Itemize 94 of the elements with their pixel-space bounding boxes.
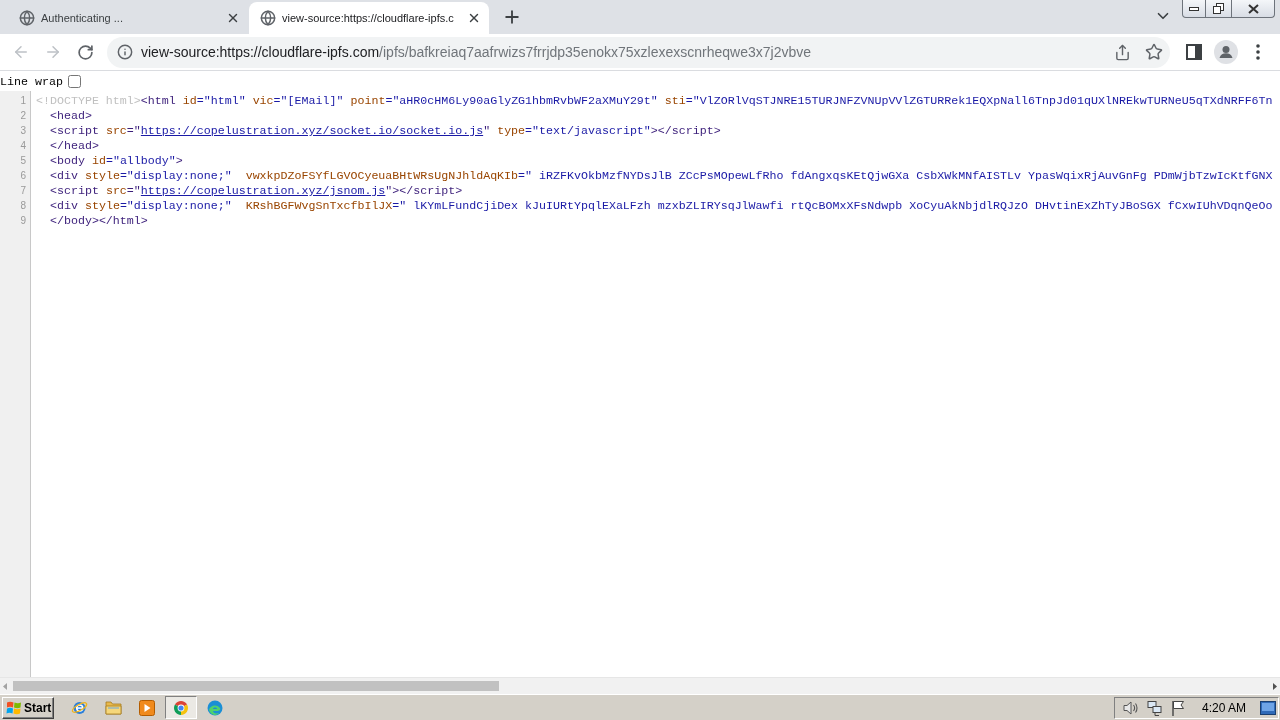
attribute-name: type: [497, 124, 526, 137]
minimize-button[interactable]: [1182, 0, 1206, 18]
source-link[interactable]: https://copelustration.xyz/jsnom.js: [140, 184, 386, 197]
taskbar-app-button[interactable]: [165, 696, 197, 719]
html-tag: ": [483, 124, 491, 137]
close-icon: [467, 11, 481, 25]
html-tag: <script: [50, 124, 99, 137]
speaker-icon: [1122, 699, 1139, 716]
attribute-name: vwxkpDZoFSYfLGVOCyeuaBHtWRsUgNJhldAqKIb: [245, 169, 519, 182]
line-wrap-checkbox[interactable]: [67, 74, 81, 88]
flag-icon: [1170, 699, 1186, 716]
address-field[interactable]: view-source:https://cloudflare-ipfs.com/ipfs/bafkreiaq7aafrwizs7frrjdp35enokx75xzlexexscnrheqwe3x7j2vbve: [107, 36, 1170, 68]
attribute-name: style: [84, 199, 120, 212]
clock-text: 4:20 AM: [1201, 700, 1246, 715]
globe-icon: [260, 10, 276, 26]
e-logo-icon: [207, 699, 223, 716]
attribute-name: point: [350, 94, 386, 107]
html-tag: <script: [50, 184, 99, 197]
html-tag: <div: [50, 199, 78, 212]
html-tag: =": [126, 124, 141, 137]
html-tag: <head>: [50, 109, 92, 122]
attribute-value: ="[EMail]": [273, 94, 344, 107]
attribute-value: ="display:none;": [119, 169, 232, 182]
attribute-value: ="aHR0cHM6Ly90aGlyZG1hbmRvbWF2aXMuY29t": [385, 94, 658, 107]
folder-icon: [104, 700, 122, 715]
side-panel-icon: [1186, 44, 1202, 60]
browser-tab[interactable]: view-source:https://cloudflare-ipfs.c: [249, 2, 489, 34]
html-tag: ></script>: [650, 124, 721, 137]
html-tag: </body></html>: [50, 214, 148, 227]
flag-logo-icon: [6, 700, 22, 715]
html-tag: <div: [50, 169, 78, 182]
browser-tab[interactable]: Authenticating ...: [8, 2, 248, 34]
html-tag: <html: [140, 94, 176, 107]
line-number: 7: [19, 184, 27, 198]
close-button[interactable]: [1231, 0, 1275, 18]
globe-icon: [19, 10, 35, 26]
close-icon: [226, 11, 240, 25]
html-tag: "></script>: [385, 184, 463, 197]
line-number: 9: [19, 214, 27, 228]
url-text: view-source:https://cloudflare-ipfs.com/ipfs/bafkreiaq7aafrwizs7frrjdp35enokx75xzlexexscnrheqwe3x7j2vbve: [141, 44, 812, 60]
attribute-name: id: [91, 154, 106, 167]
plus-icon: [502, 7, 522, 27]
scrollbar-thumb[interactable]: [13, 681, 499, 691]
doctype-declaration: <!DOCTYPE html>: [36, 94, 141, 107]
attribute-value: ="display:none;": [119, 199, 232, 212]
line-number: 4: [19, 139, 27, 153]
segmented-circle-icon: [173, 699, 189, 716]
reload-icon: [76, 43, 94, 61]
tab-title: view-source:https://cloudflare-ipfs.c: [282, 12, 455, 24]
line-number: 3: [19, 124, 27, 138]
network-icon: [1146, 699, 1163, 716]
attribute-value: ="VlZORlVqSTJNRE15TURJNFZVNUpVVlZGTURRek1EQXpNall6TnpJd01qUXlNREkwTURNeU5qTXdNRFF6Tn: [685, 94, 1273, 107]
minimize-icon: [1189, 6, 1199, 11]
html-tag: =": [126, 184, 141, 197]
line-number: 6: [19, 169, 27, 183]
kebab-menu-icon: [1256, 44, 1260, 60]
line-wrap-label: Line wrap: [0, 74, 63, 88]
triangle-right-icon: [1273, 682, 1277, 690]
attribute-value: ="text/javascript": [525, 124, 651, 137]
attribute-value: =" iRZFKvOkbMzfNYDsJlB ZCcPsMOpewLfRho fdAngxqsKEtQjwGXa CsbXWkMNfAISTLv YpasWqixRjAuvGnFg PDmWjbTzwIcKtfGNX: [518, 169, 1273, 182]
attribute-name: src: [105, 184, 127, 197]
html-tag: </head>: [50, 139, 99, 152]
attribute-name: vic: [252, 94, 274, 107]
attribute-name: src: [105, 124, 127, 137]
triangle-left-icon: [3, 682, 7, 690]
e-orbit-logo-icon: [70, 699, 88, 716]
tab-title: Authenticating ...: [41, 12, 124, 24]
horizontal-scrollbar[interactable]: [0, 677, 1280, 694]
attribute-name: sti: [664, 94, 686, 107]
close-icon: [1247, 3, 1259, 14]
start-button[interactable]: Start: [2, 696, 54, 719]
attribute-name: style: [84, 169, 120, 182]
show-desktop-icon: [1260, 700, 1276, 715]
star-icon: [1145, 43, 1163, 61]
restore-icon: [1213, 3, 1224, 14]
line-number: 1: [19, 94, 27, 108]
line-number: 5: [19, 154, 27, 168]
line-number: 2: [19, 109, 27, 123]
attribute-value: =" lKYmLFundCjiDex kJuIURtYpqlEXaLFzh mzxbZLIRYsqJlWawfi rtQcBOMxXFsNdwpb XoCyuAkNbjdlRQJzO DHvtinExZhTyJBoSGX fCxwIUhVDqnQeOo: [392, 199, 1273, 212]
attribute-name: KRshBGFWvgSnTxcfbIlJX: [245, 199, 393, 212]
html-tag: <body: [50, 154, 85, 167]
profile-button[interactable]: [1212, 38, 1240, 66]
info-icon: [117, 44, 133, 60]
attribute-name: id: [182, 94, 197, 107]
share-icon: [1113, 43, 1131, 61]
attribute-value: ="html": [196, 94, 246, 107]
play-icon: [139, 699, 155, 716]
attribute-value: ="allbody": [105, 154, 176, 167]
source-link[interactable]: https://copelustration.xyz/socket.io/socket.io.js: [140, 124, 484, 137]
html-tag: >: [175, 154, 183, 167]
avatar-icon: [1214, 40, 1238, 64]
restore-button[interactable]: [1205, 0, 1232, 18]
line-number: 8: [19, 199, 27, 213]
arrow-right-icon: [44, 43, 62, 61]
